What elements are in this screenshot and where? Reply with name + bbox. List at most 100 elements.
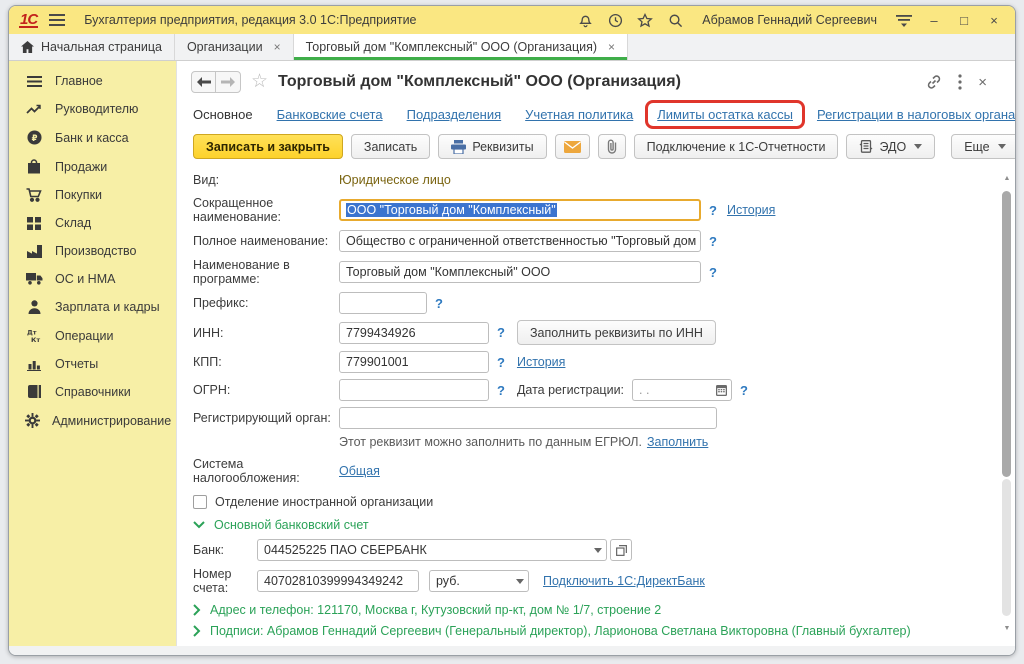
nav-main[interactable]: Основное [193, 107, 253, 122]
service-menu-icon[interactable] [893, 10, 915, 30]
close-form-icon[interactable]: × [978, 74, 987, 91]
requisites-button[interactable]: Реквизиты [438, 134, 546, 159]
program-name-input[interactable]: Торговый дом "Комплексный" ООО [339, 261, 701, 283]
currency-dropdown-icon[interactable] [509, 570, 529, 592]
shopping-bag-icon [25, 159, 43, 174]
section-logo-stamp[interactable]: Логотип и печать [210, 645, 308, 646]
section-signatures[interactable]: Подписи: Абрамов Геннадий Сергеевич (Ген… [210, 624, 911, 638]
sidebar-item-bank-cash[interactable]: ₽ Банк и касса [9, 123, 176, 152]
favorite-star-icon[interactable]: ☆ [251, 73, 268, 91]
forward-arrow-icon[interactable] [216, 72, 240, 92]
sidebar-item-directories[interactable]: Справочники [9, 378, 176, 406]
save-button[interactable]: Записать [351, 134, 430, 159]
sidebar-item-label: ОС и НМА [55, 272, 115, 286]
scroll-up-icon[interactable]: ▲ [1003, 175, 1011, 182]
short-name-input[interactable]: ООО "Торговый дом "Комплексный" [339, 199, 701, 221]
kpp-history-link[interactable]: История [517, 355, 565, 369]
help-marker[interactable]: ? [709, 203, 717, 218]
minimize-button[interactable]: – [923, 10, 945, 30]
sidebar-item-sales[interactable]: Продажи [9, 152, 176, 181]
send-email-button[interactable] [555, 134, 590, 159]
sidebar-item-fixed-assets[interactable]: ОС и НМА [9, 265, 176, 293]
sidebar-item-purchases[interactable]: Покупки [9, 181, 176, 209]
help-marker[interactable]: ? [709, 234, 717, 249]
tab-organizations[interactable]: Организации × [175, 34, 294, 60]
sidebar-item-reports[interactable]: Отчеты [9, 350, 176, 378]
sidebar-item-operations[interactable]: ДтКт Операции [9, 321, 176, 350]
egrul-hint-text: Этот реквизит можно заполнить по данным … [339, 435, 642, 449]
reg-date-input[interactable]: . . [632, 379, 712, 401]
help-marker[interactable]: ? [497, 355, 505, 370]
nav-tax-registrations[interactable]: Регистрации в налоговых органах [817, 107, 1015, 122]
more-button[interactable]: Еще [951, 134, 1015, 159]
full-name-input[interactable]: Общество с ограниченной ответственностью… [339, 230, 701, 252]
sidebar-item-label: Склад [55, 216, 91, 230]
help-marker[interactable]: ? [497, 325, 505, 340]
nav-accounting-policy[interactable]: Учетная политика [525, 107, 633, 122]
scroll-down-icon[interactable]: ▼ [1003, 625, 1011, 632]
account-number-input[interactable]: 40702810399994349242 [257, 570, 419, 592]
vertical-scrollbar[interactable]: ▲ ▼ [1001, 173, 1013, 634]
bank-open-icon[interactable] [610, 539, 632, 561]
sidebar-item-payroll-hr[interactable]: Зарплата и кадры [9, 293, 176, 321]
sidebar-item-label: Отчеты [55, 357, 98, 371]
currency-input[interactable]: руб. [429, 570, 509, 592]
foreign-branch-checkbox[interactable] [193, 495, 207, 509]
bank-dropdown-icon[interactable] [587, 539, 607, 561]
edo-button[interactable]: ЭДО [846, 134, 935, 159]
sidebar-item-manager[interactable]: Руководителю [9, 95, 176, 123]
close-window-button[interactable]: × [983, 10, 1005, 30]
fill-by-inn-button[interactable]: Заполнить реквизиты по ИНН [517, 320, 716, 345]
inn-label: ИНН: [193, 326, 339, 340]
bank-section-header[interactable]: Основной банковский счет [214, 518, 369, 532]
tab-close-icon[interactable]: × [608, 40, 615, 54]
tab-home[interactable]: Начальная страница [9, 34, 175, 60]
egrul-fill-link[interactable]: Заполнить [647, 435, 708, 449]
help-marker[interactable]: ? [740, 383, 748, 398]
save-and-close-button[interactable]: Записать и закрыть [193, 134, 343, 159]
directbank-link[interactable]: Подключить 1С:ДиректБанк [543, 574, 705, 588]
current-user[interactable]: Абрамов Геннадий Сергеевич [702, 13, 877, 27]
notifications-icon[interactable] [574, 10, 596, 30]
connect-1c-reporting-button[interactable]: Подключение к 1С-Отчетности [634, 134, 839, 159]
sidebar-item-production[interactable]: Производство [9, 237, 176, 265]
calendar-icon[interactable] [712, 379, 732, 401]
attachments-button[interactable] [598, 134, 626, 159]
short-name-history-link[interactable]: История [727, 203, 775, 217]
reg-date-label: Дата регистрации: [517, 383, 624, 397]
help-marker[interactable]: ? [709, 265, 717, 280]
nav-departments[interactable]: Подразделения [407, 107, 502, 122]
debit-credit-icon: ДтКт [25, 328, 43, 343]
main-menu-icon[interactable] [46, 10, 68, 30]
tab-organization-card[interactable]: Торговый дом "Комплексный" ООО (Организа… [294, 34, 628, 60]
reg-authority-input[interactable] [339, 407, 717, 429]
bank-input[interactable]: 044525225 ПАО СБЕРБАНК [257, 539, 587, 561]
factory-icon [25, 245, 43, 258]
page-title: Торговый дом "Комплексный" ООО (Организа… [278, 73, 681, 91]
search-icon[interactable] [664, 10, 686, 30]
help-marker[interactable]: ? [435, 296, 443, 311]
sidebar-item-administration[interactable]: Администрирование [9, 406, 176, 435]
tab-close-icon[interactable]: × [274, 40, 281, 54]
back-arrow-icon[interactable] [192, 72, 216, 92]
nav-bank-accounts[interactable]: Банковские счета [277, 107, 383, 122]
ogrn-input[interactable] [339, 379, 489, 401]
help-marker[interactable]: ? [497, 383, 505, 398]
sidebar-item-label: Главное [55, 74, 103, 88]
more-vertical-icon[interactable] [958, 74, 962, 90]
scrollbar-thumb[interactable] [1002, 191, 1011, 477]
prefix-input[interactable] [339, 292, 427, 314]
tax-system-link[interactable]: Общая [339, 464, 380, 478]
sidebar-item-main[interactable]: Главное [9, 67, 176, 95]
get-link-icon[interactable] [926, 74, 942, 90]
nav-cash-limits[interactable]: Лимиты остатка кассы [657, 107, 793, 122]
section-address-phone[interactable]: Адрес и телефон: 121170, Москва г, Кутуз… [210, 603, 661, 617]
maximize-button[interactable]: □ [953, 10, 975, 30]
favorites-icon[interactable] [634, 10, 656, 30]
inn-input[interactable]: 7799434926 [339, 322, 489, 344]
sidebar-item-label: Производство [55, 244, 137, 258]
kpp-input[interactable]: 779901001 [339, 351, 489, 373]
sidebar-item-warehouse[interactable]: Склад [9, 209, 176, 237]
history-icon[interactable] [604, 10, 626, 30]
tab-home-label: Начальная страница [41, 40, 162, 54]
